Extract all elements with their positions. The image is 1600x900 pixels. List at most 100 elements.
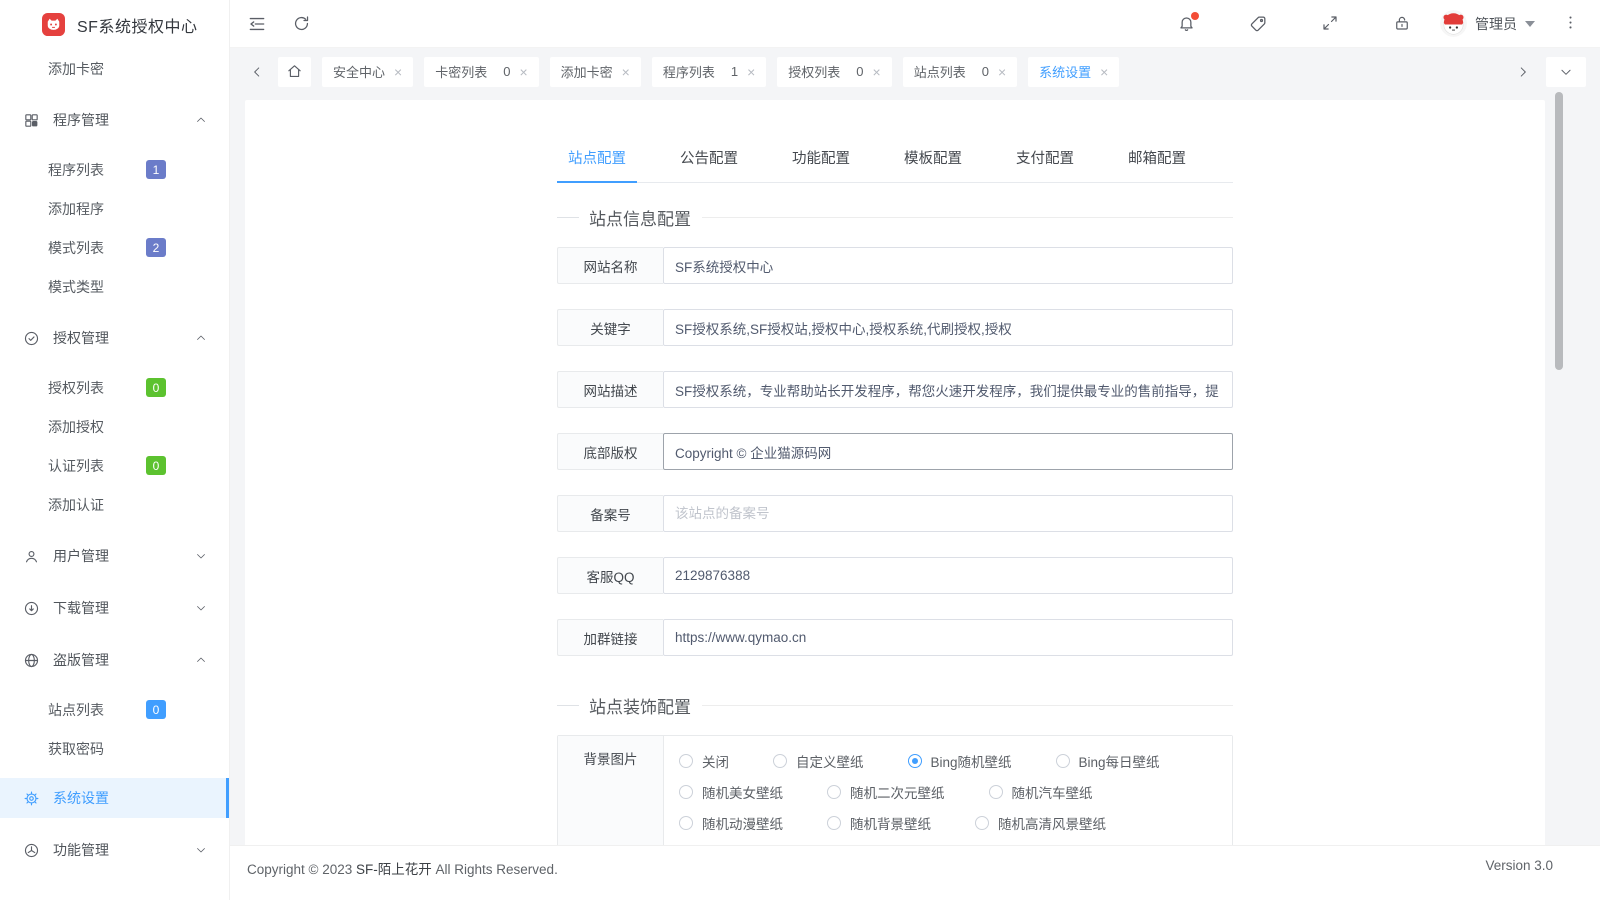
top-header: 管理员	[230, 0, 1600, 48]
tab-security-center[interactable]: 安全中心	[322, 57, 413, 87]
close-icon[interactable]	[747, 65, 755, 79]
close-icon[interactable]	[998, 65, 1006, 79]
radio-bing-random-wallpaper[interactable]: Bing随机壁纸	[908, 751, 1012, 771]
tab-mail-config[interactable]: 邮箱配置	[1117, 147, 1197, 182]
tab-template-config[interactable]: 模板配置	[893, 147, 973, 182]
user-menu[interactable]: 管理员	[1440, 10, 1535, 37]
field-label: 客服QQ	[557, 557, 663, 594]
radio-random-beauty-wallpaper[interactable]: 随机美女壁纸	[679, 782, 783, 802]
sidebar-item-add-card[interactable]: 添加卡密	[0, 49, 229, 88]
sidebar-group-features[interactable]: 功能管理	[0, 830, 229, 870]
tab-label: 系统设置	[1039, 62, 1091, 81]
refresh-icon[interactable]	[292, 14, 312, 34]
form-row: 底部版权	[557, 433, 1233, 470]
sidebar-item-program-list[interactable]: 程序列表 1	[0, 150, 229, 189]
copyright-suffix: All Rights Reserved.	[432, 862, 558, 877]
more-vertical-icon[interactable]	[1562, 14, 1582, 34]
tab-label: 授权列表	[788, 62, 840, 81]
sidebar-group-downloads[interactable]: 下载管理	[0, 588, 229, 628]
radio-random-cartoon-wallpaper[interactable]: 随机动漫壁纸	[679, 813, 783, 833]
divider	[702, 217, 1233, 218]
radio-random-background-wallpaper[interactable]: 随机背景壁纸	[827, 813, 931, 833]
section-site-decoration: 站点装饰配置	[557, 693, 1233, 718]
tab-add-card[interactable]: 添加卡密	[550, 57, 641, 87]
service-qq-input[interactable]	[663, 557, 1233, 594]
radio-random-anime2d-wallpaper[interactable]: 随机二次元壁纸	[827, 782, 945, 802]
sidebar-group-authorization[interactable]: 授权管理	[0, 318, 229, 358]
sidebar-item-label: 模式列表	[48, 238, 104, 258]
site-name-input[interactable]	[663, 247, 1233, 284]
tab-count: 0	[856, 64, 863, 79]
sidebar-item-system-settings[interactable]: 系统设置	[0, 778, 229, 818]
tab-site-list[interactable]: 站点列表 0	[903, 57, 1017, 87]
tab-announcement-config[interactable]: 公告配置	[669, 147, 749, 182]
sidebar-item-mode-list[interactable]: 模式列表 2	[0, 228, 229, 267]
bell-icon[interactable]	[1177, 14, 1197, 34]
tab-feature-config[interactable]: 功能配置	[781, 147, 861, 182]
radio-random-hd-scenery-wallpaper[interactable]: 随机高清风景壁纸	[975, 813, 1106, 833]
radio-label: 随机美女壁纸	[702, 782, 783, 802]
fullscreen-icon[interactable]	[1321, 14, 1341, 34]
keywords-input[interactable]	[663, 309, 1233, 346]
home-tab[interactable]	[278, 57, 311, 87]
close-icon[interactable]	[519, 65, 527, 79]
tab-card-list[interactable]: 卡密列表 0	[424, 57, 538, 87]
section-site-info: 站点信息配置	[557, 205, 1233, 230]
close-icon[interactable]	[622, 65, 630, 79]
site-description-input[interactable]	[663, 371, 1233, 408]
sidebar-group-users[interactable]: 用户管理	[0, 536, 229, 576]
section-title: 站点信息配置	[589, 205, 691, 230]
radio-label: Bing每日壁纸	[1079, 751, 1160, 771]
sidebar-group-label: 下载管理	[53, 598, 195, 618]
sidebar-item-add-program[interactable]: 添加程序	[0, 189, 229, 228]
radio-label: Bing随机壁纸	[931, 751, 1012, 771]
sidebar-item-label: 程序列表	[48, 160, 104, 180]
sidebar-item-site-list[interactable]: 站点列表 0	[0, 690, 229, 729]
icp-number-input[interactable]	[663, 495, 1233, 532]
close-icon[interactable]	[394, 65, 402, 79]
group-link-input[interactable]	[663, 619, 1233, 656]
count-badge: 1	[146, 160, 166, 179]
tab-count: 0	[503, 64, 510, 79]
chevron-left-icon[interactable]	[250, 65, 264, 79]
sidebar-item-add-cert[interactable]: 添加认证	[0, 485, 229, 524]
sidebar-menu: 添加卡密 程序管理 程序列表 1 添加程序 模式列表 2 模式类型 授权管理 授…	[0, 49, 229, 870]
tab-label: 程序列表	[663, 62, 715, 81]
sidebar-item-label: 站点列表	[48, 700, 104, 720]
sidebar-group-program[interactable]: 程序管理	[0, 100, 229, 140]
user-name: 管理员	[1475, 14, 1517, 34]
tab-site-config[interactable]: 站点配置	[557, 147, 637, 183]
radio-custom-wallpaper[interactable]: 自定义壁纸	[773, 751, 864, 771]
close-icon[interactable]	[873, 65, 881, 79]
tab-actions-dropdown[interactable]	[1546, 57, 1586, 87]
fold-icon[interactable]	[247, 14, 267, 34]
tab-auth-list[interactable]: 授权列表 0	[777, 57, 891, 87]
radio-random-car-wallpaper[interactable]: 随机汽车壁纸	[989, 782, 1093, 802]
sidebar-item-add-auth[interactable]: 添加授权	[0, 407, 229, 446]
sidebar-item-auth-list[interactable]: 授权列表 0	[0, 368, 229, 407]
sidebar-item-mode-type[interactable]: 模式类型	[0, 267, 229, 306]
lock-icon[interactable]	[1393, 14, 1413, 34]
sidebar-item-label: 认证列表	[48, 456, 104, 476]
footer-copyright-input[interactable]	[663, 433, 1233, 470]
tag-icon[interactable]	[1249, 14, 1269, 34]
radio-icon	[989, 785, 1003, 799]
sidebar-item-get-password[interactable]: 获取密码	[0, 729, 229, 768]
radio-icon	[827, 816, 841, 830]
sidebar-group-piracy[interactable]: 盗版管理	[0, 640, 229, 680]
vertical-scrollbar[interactable]	[1555, 92, 1563, 370]
tab-payment-config[interactable]: 支付配置	[1005, 147, 1085, 182]
radio-row: 关闭 自定义壁纸 Bing随机壁纸 Bing每日壁纸	[679, 745, 1232, 776]
radio-off[interactable]: 关闭	[679, 751, 729, 771]
chevron-right-icon[interactable]	[1516, 65, 1530, 79]
sidebar-item-label: 添加卡密	[48, 59, 104, 79]
radio-bing-daily-wallpaper[interactable]: Bing每日壁纸	[1056, 751, 1160, 771]
chevron-down-icon	[195, 844, 207, 856]
close-icon[interactable]	[1100, 65, 1108, 79]
sidebar-item-label: 获取密码	[48, 739, 104, 759]
tab-label: 卡密列表	[435, 62, 487, 81]
tab-program-list[interactable]: 程序列表 1	[652, 57, 766, 87]
tab-system-settings[interactable]: 系统设置	[1028, 57, 1119, 87]
radio-icon	[679, 785, 693, 799]
sidebar-item-cert-list[interactable]: 认证列表 0	[0, 446, 229, 485]
